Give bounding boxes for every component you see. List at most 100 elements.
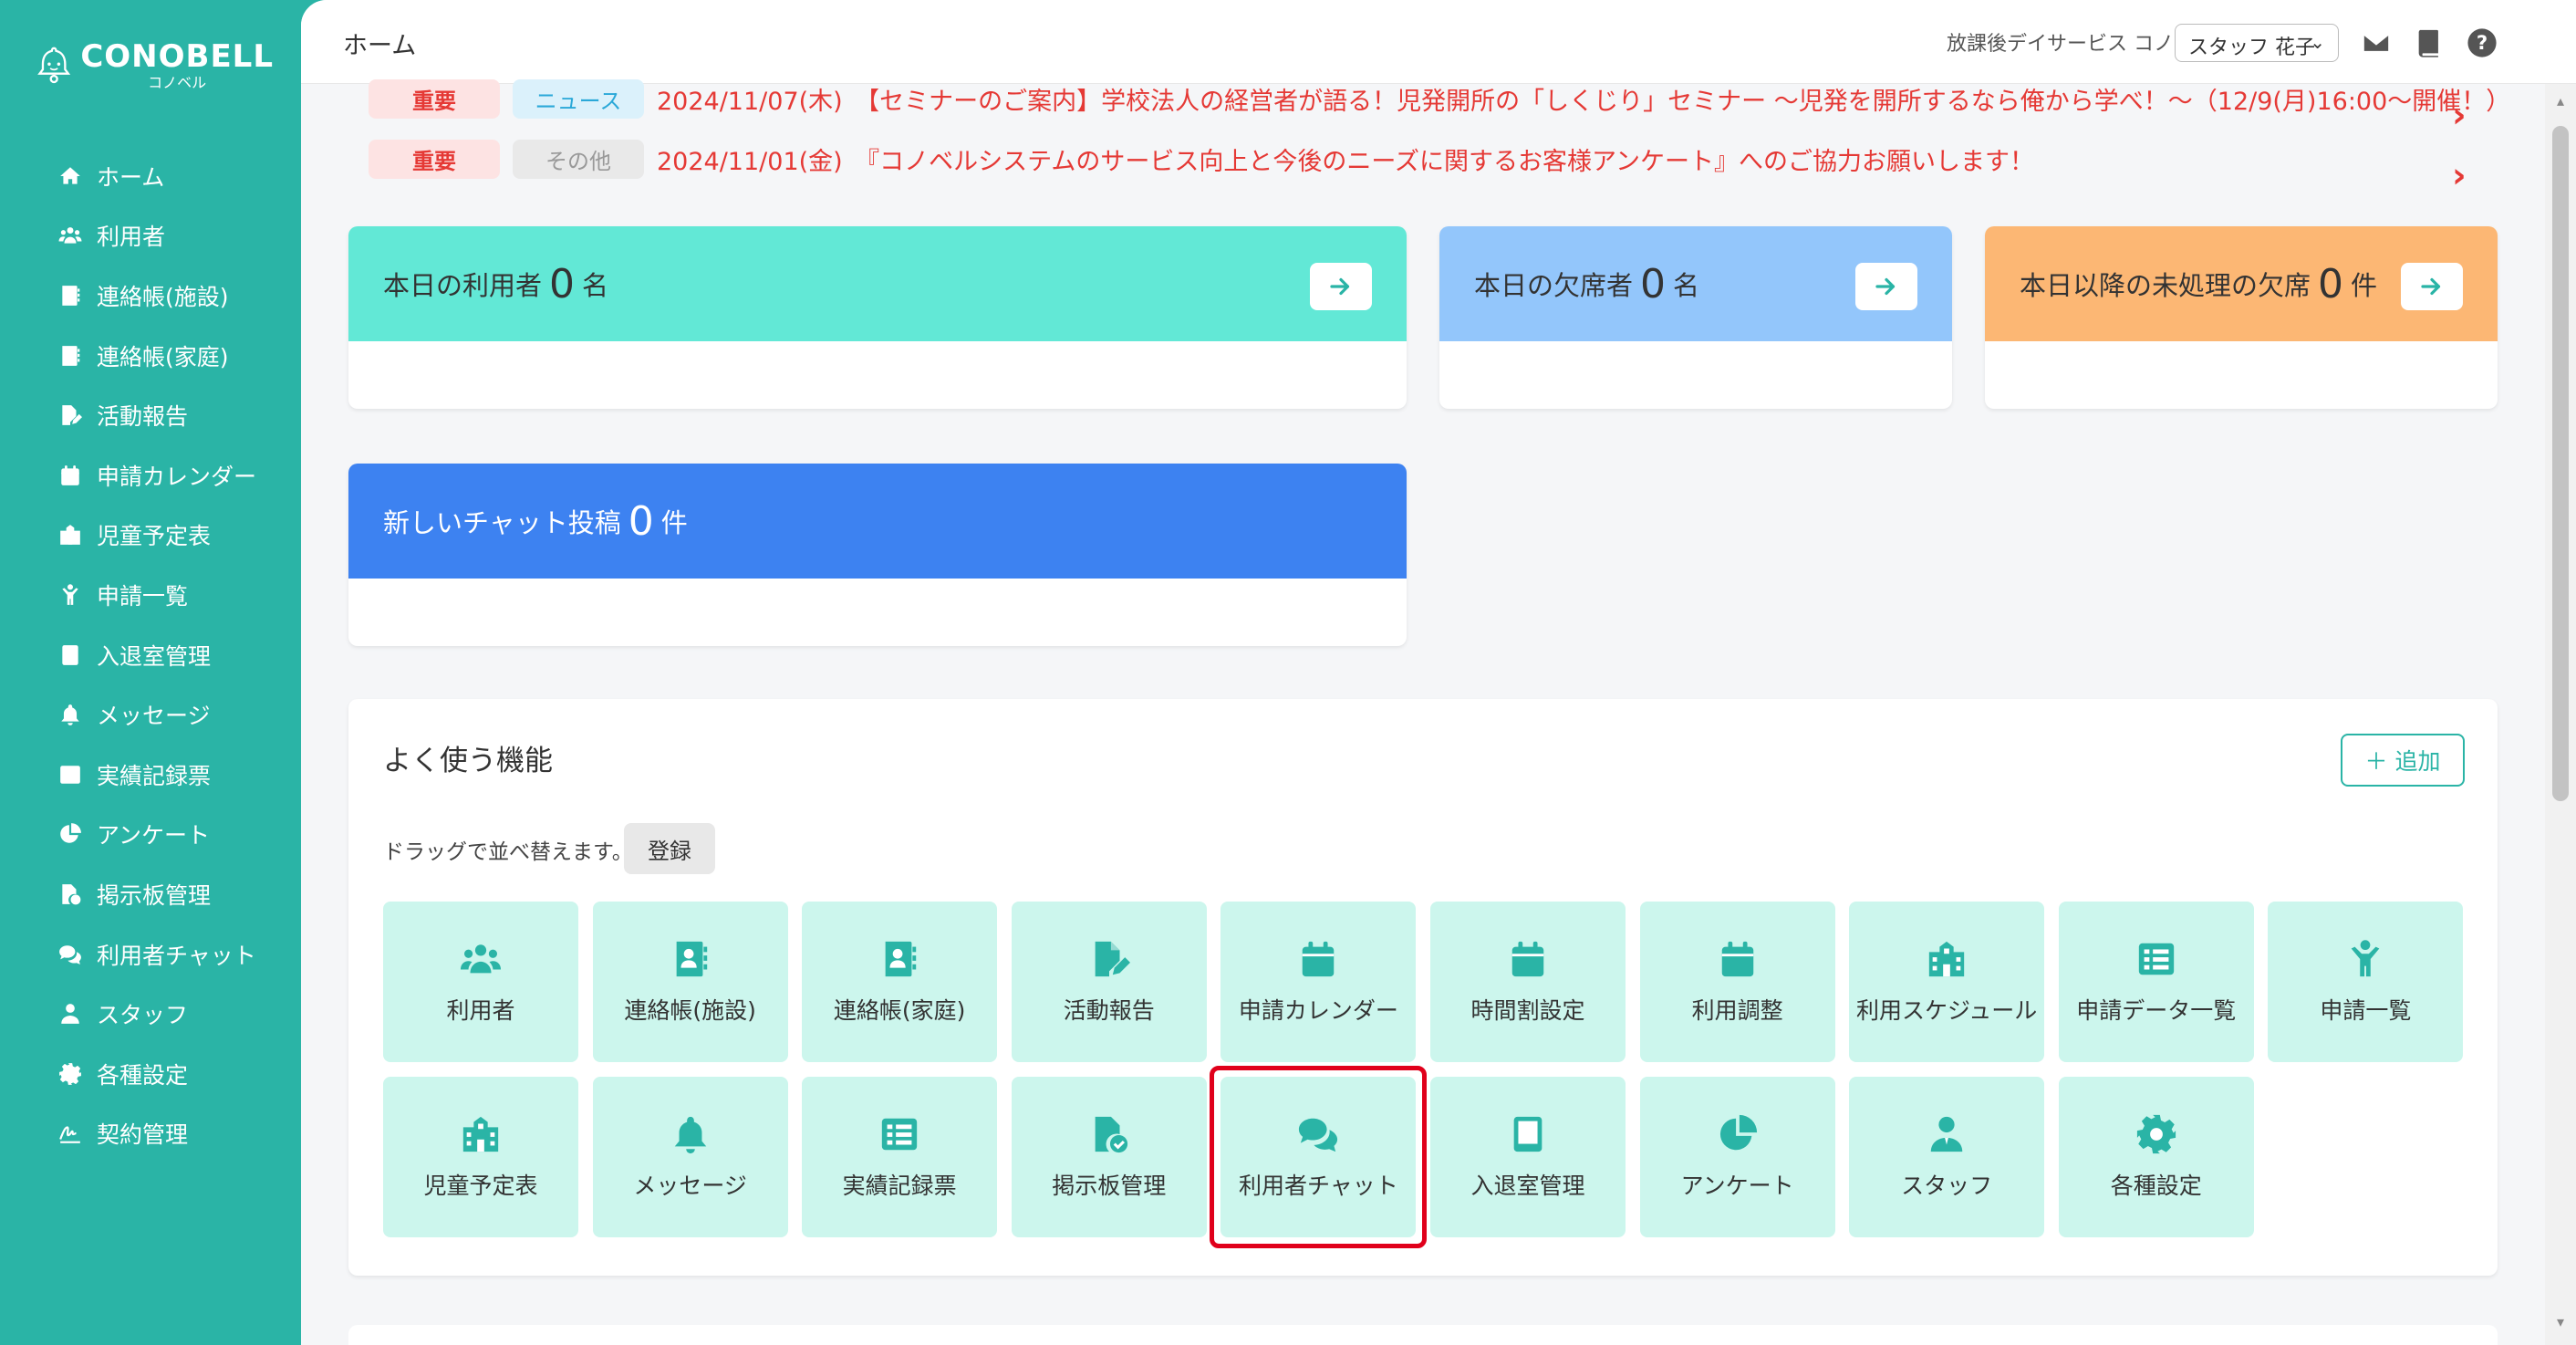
tile-label: 申請一覧 xyxy=(2320,997,2412,1024)
function-tile[interactable]: メッセージ xyxy=(592,1077,788,1237)
main-area: ホーム 放課後デイサービス コノベル スタッフ 花子 ⌄ ? 重要 ニュース 2… xyxy=(301,0,2576,1345)
sidebar-item[interactable]: 利用者チャット xyxy=(0,924,301,985)
card-label: 本日以降の未処理の欠席 xyxy=(2020,270,2311,301)
card-header: 本日以降の未処理の欠席 0 件 xyxy=(1985,226,2498,341)
table-list-icon xyxy=(2138,943,2174,975)
scrollbar[interactable]: ▴ ▾ xyxy=(2545,84,2576,1345)
function-tile[interactable]: 各種設定 xyxy=(2058,1077,2254,1237)
chevron-right-icon[interactable]: › xyxy=(2452,95,2467,135)
card-label: 本日の利用者 xyxy=(383,270,543,301)
scroll-up-arrow[interactable]: ▴ xyxy=(2552,93,2569,109)
users-icon xyxy=(460,944,502,974)
scroll-thumb[interactable] xyxy=(2552,126,2569,801)
function-tile[interactable]: 申請一覧 xyxy=(2268,902,2464,1062)
frequent-functions-panel: よく使う機能 ＋ 追加 ドラッグで並べ替えます。 登録 利用者 連絡帳(施設) 連絡… xyxy=(348,699,2498,1276)
chevron-down-icon: ⌄ xyxy=(2310,31,2325,53)
sidebar-item[interactable]: 契約管理 xyxy=(0,1104,301,1164)
today-users-card: 本日の利用者 0 名 xyxy=(348,226,1407,409)
open-unprocessed-absent-button[interactable] xyxy=(2401,263,2463,310)
table-list-icon xyxy=(60,765,80,784)
sidebar-item[interactable]: 申請一覧 xyxy=(0,565,301,625)
table-list-icon xyxy=(882,1118,918,1151)
important-badge: 重要 xyxy=(369,78,500,119)
function-tile[interactable]: 利用調整 xyxy=(1639,902,1835,1062)
chat-icon xyxy=(1299,1118,1338,1152)
sidebar-item[interactable]: 実績記録票 xyxy=(0,745,301,805)
sidebar-item-label: メッセージ xyxy=(97,703,211,730)
news-text: 2024/11/01(金) 『コノベルシステムのサービス向上と今後のニーズに関す… xyxy=(657,147,2034,176)
bell-icon xyxy=(61,704,79,726)
staff-name: スタッフ 花子 xyxy=(2188,36,2315,59)
function-tile[interactable]: 連絡帳(家庭) xyxy=(802,902,998,1062)
function-tile[interactable]: スタッフ xyxy=(1849,1077,2045,1237)
unprocessed-absent-card: 本日以降の未処理の欠席 0 件 xyxy=(1985,226,2498,409)
tile-label: 入退室管理 xyxy=(1470,1173,1585,1199)
function-tile[interactable]: 利用者チャット xyxy=(1220,1077,1417,1237)
sidebar-item-label: アンケート xyxy=(97,822,211,850)
sidebar-item[interactable]: スタッフ xyxy=(0,984,301,1044)
sidebar-item[interactable]: 活動報告 xyxy=(0,385,301,445)
gear-icon xyxy=(2136,1114,2176,1154)
staff-select[interactable]: スタッフ 花子 ⌄ xyxy=(2175,24,2339,62)
function-tile[interactable]: 利用スケジュール xyxy=(1849,902,2045,1062)
sidebar-item-label: 連絡帳(家庭) xyxy=(97,343,229,370)
contact-book-icon xyxy=(885,941,917,977)
sidebar-item-icon xyxy=(57,1060,84,1088)
sidebar-item-label: 各種設定 xyxy=(97,1061,189,1089)
sidebar-item[interactable]: メッセージ xyxy=(0,684,301,745)
calendar-icon xyxy=(61,464,79,485)
tile-label: 連絡帳(施設) xyxy=(624,997,756,1024)
sidebar-item-icon xyxy=(57,761,84,788)
sidebar-item[interactable]: ホーム xyxy=(0,146,301,206)
function-tile[interactable]: 申請カレンダー xyxy=(1220,902,1417,1062)
sidebar-item[interactable]: 連絡帳(施設) xyxy=(0,266,301,326)
contact-book-icon xyxy=(62,286,80,306)
function-tile[interactable]: 入退室管理 xyxy=(1430,1077,1626,1237)
new-chat-card[interactable]: 新しいチャット投稿 0 件 xyxy=(348,464,1407,646)
calendar-icon xyxy=(1303,941,1335,977)
scroll-down-arrow[interactable]: ▾ xyxy=(2552,1314,2569,1330)
tile-label: 実績記録票 xyxy=(842,1173,957,1199)
category-badge: ニュース xyxy=(513,78,644,119)
add-button[interactable]: ＋ 追加 xyxy=(2341,734,2465,787)
function-tile[interactable]: 児童予定表 xyxy=(383,1077,578,1237)
tablet-icon xyxy=(62,644,78,665)
sidebar-item[interactable]: 児童予定表 xyxy=(0,506,301,566)
sidebar-item[interactable]: 入退室管理 xyxy=(0,625,301,685)
sidebar-item[interactable]: アンケート xyxy=(0,805,301,865)
contact-book-icon xyxy=(62,345,80,366)
function-tile[interactable]: 申請データ一覧 xyxy=(2058,902,2254,1062)
function-tile[interactable]: 掲示板管理 xyxy=(1011,1077,1207,1237)
function-tile[interactable]: 実績記録票 xyxy=(802,1077,998,1237)
function-tile[interactable]: 連絡帳(施設) xyxy=(592,902,788,1062)
next-panel xyxy=(348,1325,2498,1345)
function-tile[interactable]: 利用者 xyxy=(383,902,578,1062)
sidebar-item-label: 利用者 xyxy=(97,224,166,251)
sidebar-item[interactable]: 各種設定 xyxy=(0,1044,301,1104)
sidebar-item-icon xyxy=(57,581,84,609)
function-tile[interactable]: アンケート xyxy=(1639,1077,1835,1237)
logo[interactable]: CONOBELL コノベル xyxy=(36,29,274,102)
gear-icon xyxy=(59,1062,81,1085)
open-today-users-button[interactable] xyxy=(1310,263,1372,310)
function-tile[interactable]: 時間割設定 xyxy=(1430,902,1626,1062)
logo-main-text: CONOBELL xyxy=(80,38,274,75)
mail-icon[interactable] xyxy=(2359,26,2394,60)
tile-label: 各種設定 xyxy=(2110,1173,2202,1199)
sidebar-item[interactable]: 連絡帳(家庭) xyxy=(0,326,301,386)
users-icon xyxy=(58,227,82,245)
card-header: 新しいチャット投稿 0 件 xyxy=(348,464,1407,579)
news-item[interactable]: 重要 その他 2024/11/01(金) 『コノベルシステムのサービス向上と今後… xyxy=(369,136,2034,182)
manual-book-icon[interactable] xyxy=(2412,26,2446,60)
sidebar-item-icon xyxy=(57,641,84,669)
chevron-right-icon[interactable]: › xyxy=(2452,155,2467,195)
sidebar-item[interactable]: 申請カレンダー xyxy=(0,445,301,506)
news-item[interactable]: 重要 ニュース 2024/11/07(木) 【セミナーのご案内】学校法人の経営者… xyxy=(369,76,2510,121)
help-icon[interactable]: ? xyxy=(2465,26,2499,60)
tile-label: 児童予定表 xyxy=(423,1173,538,1199)
register-button[interactable]: 登録 xyxy=(624,823,715,874)
function-tile[interactable]: 活動報告 xyxy=(1011,902,1207,1062)
sidebar-item[interactable]: 利用者 xyxy=(0,206,301,266)
open-today-absent-button[interactable] xyxy=(1855,263,1917,310)
sidebar-item[interactable]: 掲示板管理 xyxy=(0,864,301,924)
